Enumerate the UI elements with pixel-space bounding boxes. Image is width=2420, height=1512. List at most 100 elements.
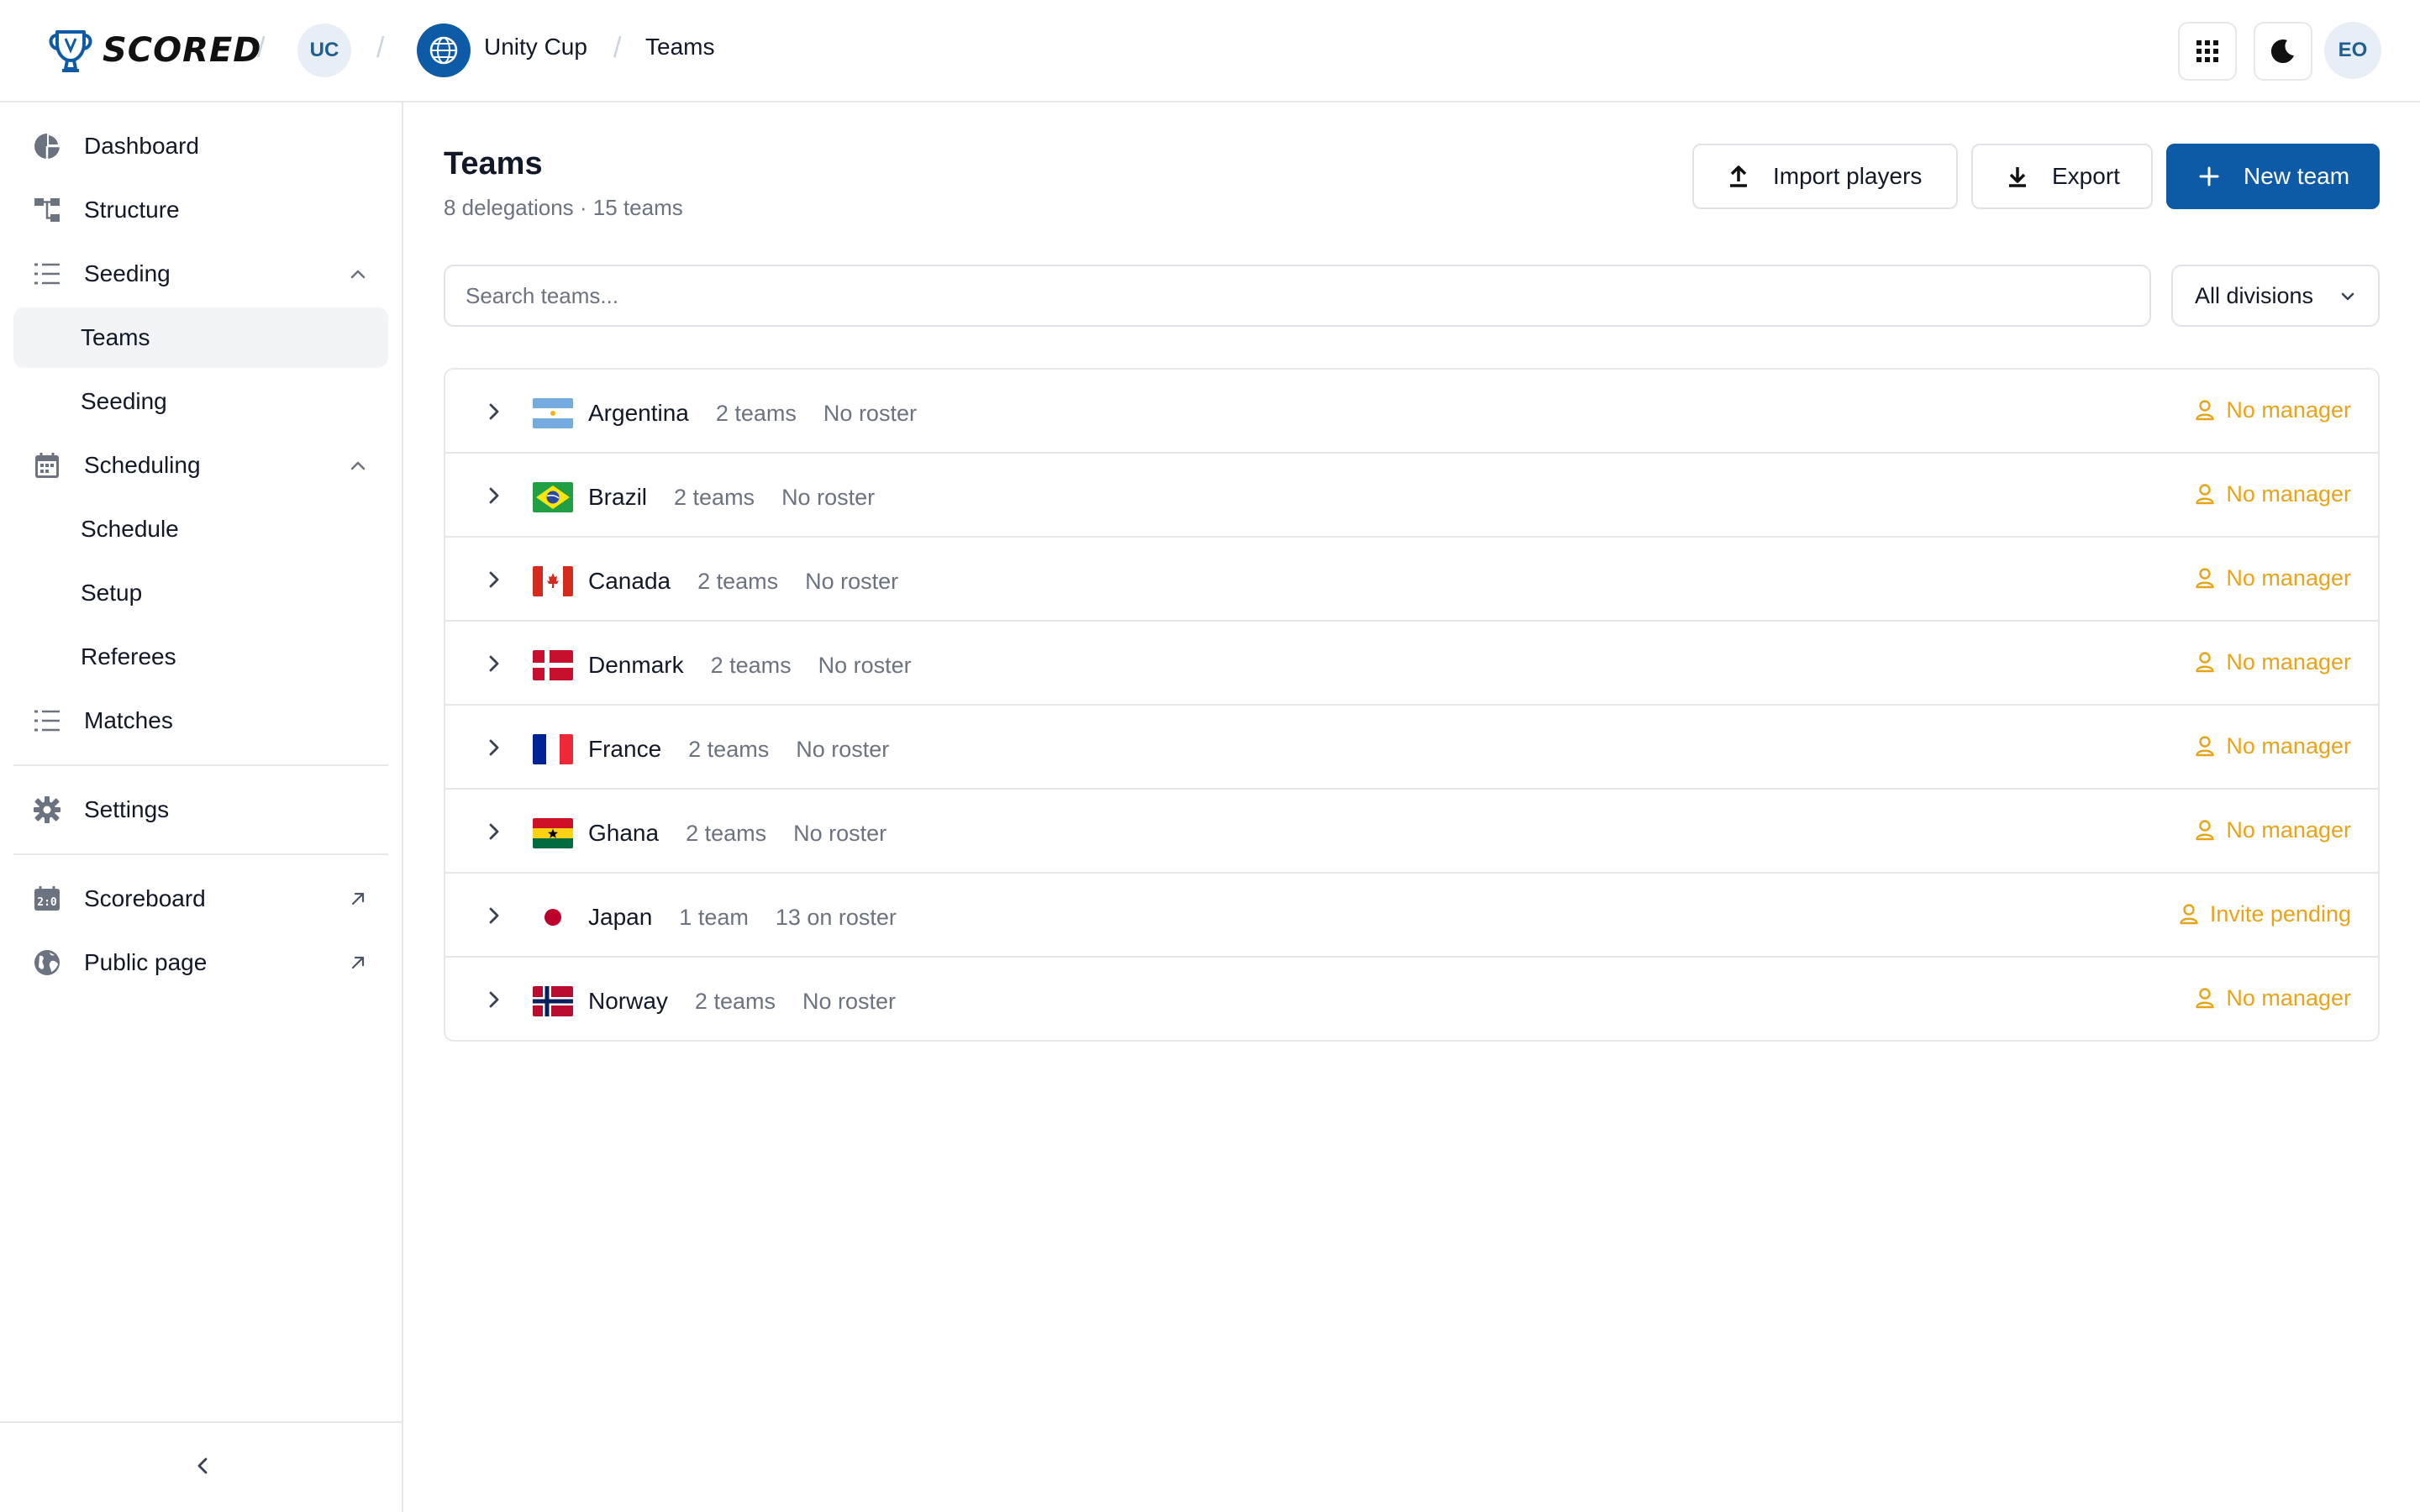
breadcrumb-separator: / xyxy=(376,32,385,64)
user-icon xyxy=(2194,735,2216,757)
table-row[interactable]: France 2 teams No roster No manager xyxy=(445,706,2378,790)
app-logo[interactable]: SCORED xyxy=(45,25,262,76)
user-icon xyxy=(2194,819,2216,841)
japan-flag-icon xyxy=(533,902,573,932)
import-players-label: Import players xyxy=(1773,163,1923,189)
team-name: Japan xyxy=(588,904,653,930)
sidebar-item-scoreboard[interactable]: 2:0 Scoreboard xyxy=(13,869,388,929)
sidebar-item-dashboard[interactable]: Dashboard xyxy=(13,116,388,176)
sidebar-divider xyxy=(13,764,388,766)
manager-status[interactable]: No manager xyxy=(2194,645,2351,679)
sidebar-item-structure[interactable]: Structure xyxy=(13,180,388,240)
sidebar-item-label: Schedule xyxy=(81,516,179,542)
chevron-right-icon[interactable] xyxy=(482,484,506,507)
sidebar-item-label: Seeding xyxy=(84,260,171,286)
division-filter-value: All divisions xyxy=(2195,282,2314,308)
sidebar-item-schedule[interactable]: Schedule xyxy=(13,499,388,559)
sidebar-item-referees[interactable]: Referees xyxy=(13,627,388,687)
search-teams-input[interactable] xyxy=(444,265,2151,327)
new-team-button[interactable]: New team xyxy=(2166,144,2380,209)
manager-status-label: No manager xyxy=(2226,480,2351,507)
manager-status[interactable]: No manager xyxy=(2194,561,2351,595)
chevron-up-icon[interactable] xyxy=(348,455,368,475)
france-flag-icon xyxy=(533,734,573,764)
team-name: Brazil xyxy=(588,484,648,510)
manager-status[interactable]: No manager xyxy=(2194,813,2351,847)
sidebar-item-seeding-group[interactable]: Seeding xyxy=(13,244,388,304)
apps-grid-button[interactable] xyxy=(2178,22,2237,81)
chevron-left-icon xyxy=(197,1457,208,1474)
pie-chart-icon xyxy=(32,131,62,161)
gear-icon xyxy=(32,795,62,825)
table-row[interactable]: Ghana 2 teams No roster No manager xyxy=(445,790,2378,874)
roster-status: No roster xyxy=(796,736,890,762)
roster-status: No roster xyxy=(781,484,876,510)
table-row[interactable]: Norway 2 teams No roster No manager xyxy=(445,958,2378,1040)
manager-status[interactable]: No manager xyxy=(2194,729,2351,763)
team-list: Argentina 2 teams No roster No manager B… xyxy=(444,368,2380,1042)
plus-icon xyxy=(2196,164,2222,189)
team-name: Norway xyxy=(588,988,668,1014)
chevron-right-icon[interactable] xyxy=(482,904,506,927)
user-avatar[interactable]: EO xyxy=(2324,22,2381,79)
sidebar-item-matches[interactable]: Matches xyxy=(13,690,388,751)
list-icon xyxy=(32,259,62,289)
theme-toggle-button[interactable] xyxy=(2254,22,2312,81)
app-name: SCORED xyxy=(103,31,262,70)
breadcrumb-current-page: Teams xyxy=(645,34,715,60)
brazil-flag-icon xyxy=(533,482,573,512)
team-name: Denmark xyxy=(588,652,684,678)
external-link-icon xyxy=(348,889,368,909)
sidebar-item-settings[interactable]: Settings xyxy=(13,780,388,840)
table-row[interactable]: Brazil 2 teams No roster No manager xyxy=(445,454,2378,538)
sidebar-item-label: Setup xyxy=(81,580,143,606)
team-name: Ghana xyxy=(588,820,660,846)
grid-icon xyxy=(2196,40,2218,62)
manager-status[interactable]: Invite pending xyxy=(2178,897,2351,931)
manager-status[interactable]: No manager xyxy=(2194,477,2351,511)
breadcrumb-event[interactable]: Unity Cup xyxy=(484,34,587,60)
page-title: Teams xyxy=(444,146,543,181)
chevron-right-icon[interactable] xyxy=(482,736,506,759)
manager-status[interactable]: No manager xyxy=(2194,981,2351,1015)
table-row[interactable]: Argentina 2 teams No roster No manager xyxy=(445,370,2378,454)
table-row[interactable]: Japan 1 team 13 on roster Invite pending xyxy=(445,874,2378,958)
trophy-icon xyxy=(49,30,92,72)
new-team-label: New team xyxy=(2244,163,2350,189)
manager-status-label: No manager xyxy=(2226,816,2351,843)
external-link-icon xyxy=(348,953,368,973)
manager-status-label: No manager xyxy=(2226,648,2351,675)
collapse-sidebar-button[interactable] xyxy=(190,1453,215,1478)
chevron-right-icon[interactable] xyxy=(482,988,506,1011)
chevron-up-icon[interactable] xyxy=(348,264,368,284)
manager-status[interactable]: No manager xyxy=(2194,393,2351,427)
sidebar-item-teams[interactable]: Teams xyxy=(13,307,388,368)
manager-status-label: No manager xyxy=(2226,732,2351,759)
sidebar-item-scheduling-group[interactable]: Scheduling xyxy=(13,435,388,496)
export-button[interactable]: Export xyxy=(1971,144,2153,209)
import-players-button[interactable]: Import players xyxy=(1692,144,1958,209)
download-icon xyxy=(2005,164,2030,189)
chevron-right-icon[interactable] xyxy=(482,820,506,843)
sidebar-item-seeding[interactable]: Seeding xyxy=(13,371,388,432)
division-filter-select[interactable]: All divisions xyxy=(2171,265,2380,327)
table-row[interactable]: Denmark 2 teams No roster No manager xyxy=(445,622,2378,706)
user-icon xyxy=(2178,903,2200,925)
list-icon xyxy=(32,706,62,736)
event-logo[interactable] xyxy=(417,24,471,77)
chevron-right-icon[interactable] xyxy=(482,652,506,675)
sidebar-item-public-page[interactable]: Public page xyxy=(13,932,388,993)
svg-text:2:0: 2:0 xyxy=(37,896,57,909)
table-row[interactable]: Canada 2 teams No roster No manager xyxy=(445,538,2378,622)
sidebar-item-label: Teams xyxy=(81,324,150,350)
sidebar-item-setup[interactable]: Setup xyxy=(13,563,388,623)
chevron-right-icon[interactable] xyxy=(482,400,506,423)
chevron-right-icon[interactable] xyxy=(482,568,506,591)
globe-icon xyxy=(32,948,62,978)
org-avatar[interactable]: UC xyxy=(297,24,351,77)
ghana-flag-icon xyxy=(533,818,573,848)
export-label: Export xyxy=(2052,163,2120,189)
roster-status: No roster xyxy=(805,568,899,594)
manager-status-label: No manager xyxy=(2226,564,2351,591)
sidebar-item-label: Settings xyxy=(84,796,170,822)
